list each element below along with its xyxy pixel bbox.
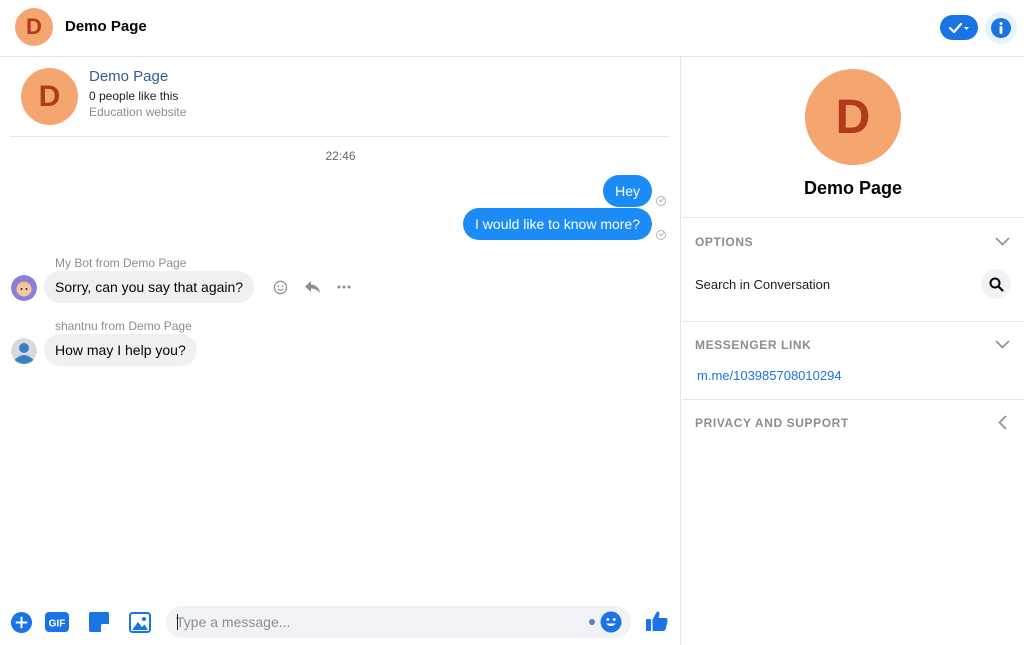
reply-button[interactable] <box>304 280 321 294</box>
conversation-info-panel: D Demo Page OPTIONS Search in Conversati… <box>682 57 1024 645</box>
image-icon <box>129 611 151 633</box>
mark-done-button[interactable] <box>940 15 978 40</box>
sender-name: shantnu from Demo Page <box>55 319 192 333</box>
message-input[interactable] <box>176 606 576 638</box>
thumbs-up-icon <box>646 611 668 631</box>
sender-name: My Bot from Demo Page <box>55 256 187 270</box>
sticker-button[interactable] <box>87 610 111 634</box>
seen-check-icon <box>656 230 666 240</box>
reply-icon <box>305 281 320 293</box>
divider <box>682 321 1024 322</box>
options-chevron[interactable] <box>994 233 1010 249</box>
page-card-avatar[interactable]: D <box>21 68 78 125</box>
page-info-card: D Demo Page 0 people like this Education… <box>10 57 669 137</box>
plus-circle-icon <box>10 611 32 633</box>
checkmark-dropdown-icon <box>948 22 969 33</box>
divider <box>682 399 1024 400</box>
message-actions <box>273 279 367 295</box>
react-button[interactable] <box>273 280 288 295</box>
gif-label: GIF <box>49 619 66 630</box>
search-in-conversation-label[interactable]: Search in Conversation <box>695 277 830 292</box>
page-title: Demo Page <box>65 18 147 35</box>
more-dots-icon <box>337 285 351 289</box>
bot-avatar[interactable] <box>11 275 37 301</box>
messenger-app: D Demo Page D Demo Page 0 people like th… <box>0 0 1024 645</box>
page-avatar[interactable]: D <box>15 8 53 46</box>
incoming-message[interactable]: How may I help you? <box>44 334 197 366</box>
chevron-down-icon <box>994 236 1010 246</box>
gif-icon: GIF <box>45 612 69 632</box>
search-in-conversation-button[interactable] <box>981 269 1011 299</box>
privacy-support-chevron[interactable] <box>994 414 1010 430</box>
page-card-likes: 0 people like this <box>89 89 179 103</box>
smiley-icon <box>273 280 288 294</box>
info-icon <box>991 18 1011 38</box>
message-timestamp: 22:46 <box>325 149 356 163</box>
top-bar: D Demo Page <box>0 0 1024 57</box>
message-input-container <box>166 606 631 638</box>
messenger-link-chevron[interactable] <box>994 336 1010 352</box>
sticker-icon <box>89 612 109 632</box>
messenger-link[interactable]: m.me/103985708010294 <box>697 368 842 383</box>
search-icon <box>989 277 1004 292</box>
more-actions-button[interactable] <box>9 610 33 634</box>
page-card-name[interactable]: Demo Page <box>89 68 168 85</box>
options-section-header[interactable]: OPTIONS <box>695 235 753 249</box>
photo-button[interactable] <box>128 610 152 634</box>
chat-panel: D Demo Page 0 people like this Education… <box>0 57 681 645</box>
divider <box>682 217 1024 218</box>
page-card-category: Education website <box>89 105 187 119</box>
user-avatar[interactable] <box>11 338 37 364</box>
chevron-down-icon <box>994 339 1010 349</box>
message-composer: GIF <box>0 600 681 645</box>
info-button[interactable] <box>985 12 1017 44</box>
typing-dot-icon <box>589 619 595 625</box>
person-avatar-icon <box>11 338 37 364</box>
like-send-button[interactable] <box>645 609 669 633</box>
info-page-avatar[interactable]: D <box>805 69 901 165</box>
privacy-support-section-header[interactable]: PRIVACY AND SUPPORT <box>695 416 849 430</box>
text-caret <box>177 614 178 630</box>
info-page-name: Demo Page <box>803 178 903 198</box>
outgoing-message[interactable]: I would like to know more? <box>463 208 652 240</box>
messenger-link-section-header[interactable]: MESSENGER LINK <box>695 338 811 352</box>
gif-button[interactable]: GIF <box>45 610 69 634</box>
more-button[interactable] <box>337 285 351 289</box>
seen-check-icon <box>656 196 666 206</box>
emoji-icon[interactable] <box>600 611 622 633</box>
chevron-left-icon <box>997 414 1007 430</box>
incoming-message[interactable]: Sorry, can you say that again? <box>44 271 255 303</box>
outgoing-message[interactable]: Hey <box>603 175 652 207</box>
bot-avatar-icon <box>11 275 37 301</box>
